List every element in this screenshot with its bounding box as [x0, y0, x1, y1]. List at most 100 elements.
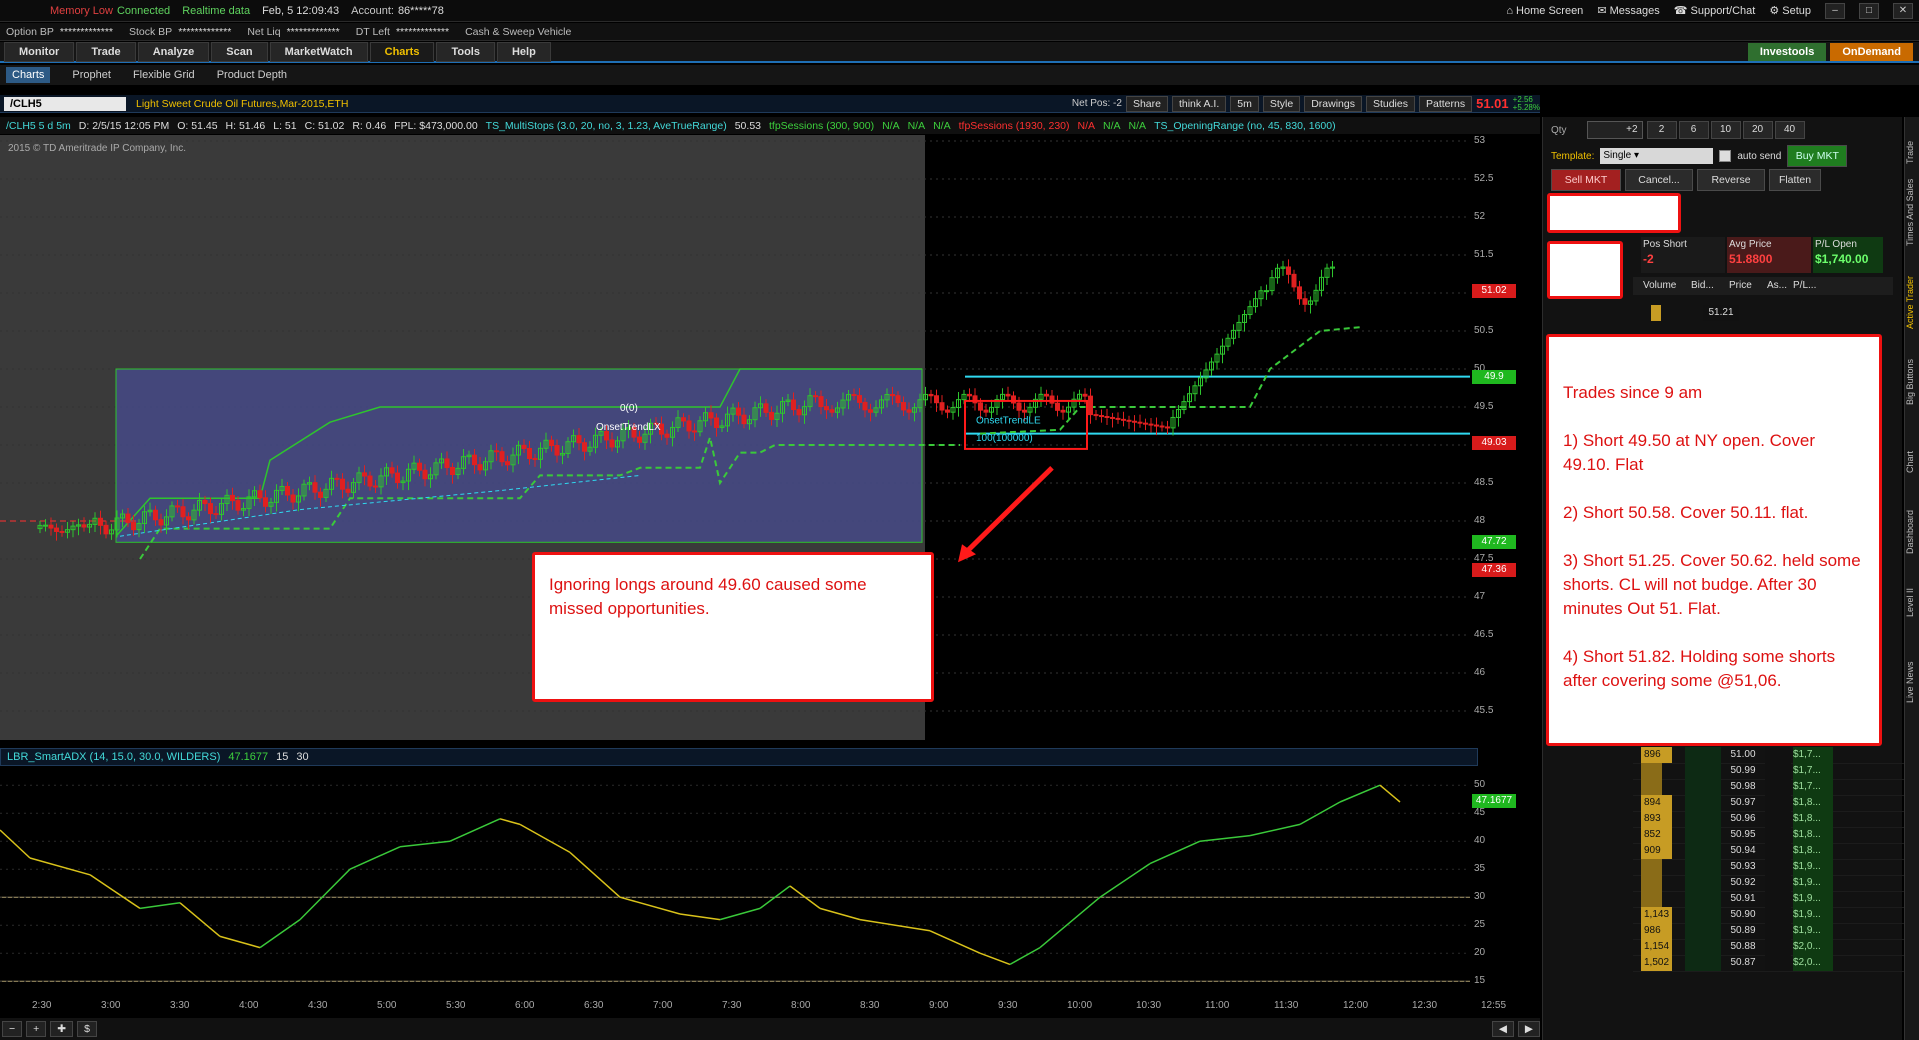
style-button[interactable]: Style — [1262, 95, 1301, 112]
ladder-bid[interactable] — [1685, 747, 1721, 763]
symbol-input[interactable]: /CLH5 — [4, 96, 126, 111]
subtab-flexible-grid[interactable]: Flexible Grid — [133, 69, 195, 81]
ladder-row[interactable]: 852 50.95 $1,8... — [1633, 827, 1919, 844]
setup-link[interactable]: ⚙ Setup — [1769, 4, 1811, 17]
buy-mkt-button[interactable]: Buy MKT — [1787, 145, 1848, 167]
share-button[interactable]: Share — [1125, 95, 1168, 112]
ladder-header-cell[interactable]: Price — [1729, 280, 1752, 291]
study-tfpsessions-1[interactable]: tfpSessions (300, 900) — [769, 120, 874, 132]
ladder-ask[interactable] — [1765, 859, 1791, 875]
ondemand-button[interactable]: OnDemand — [1830, 42, 1913, 61]
ladder-bid[interactable] — [1685, 955, 1721, 971]
ladder-bid[interactable] — [1685, 779, 1721, 795]
messages-link[interactable]: ✉ Messages — [1597, 4, 1659, 17]
ladder-bid[interactable] — [1685, 843, 1721, 859]
reverse-button[interactable]: Reverse — [1697, 169, 1765, 191]
ladder-row[interactable]: 1,154 50.88 $2,0... — [1633, 939, 1919, 956]
template-select[interactable]: Single ▾ — [1600, 148, 1714, 164]
ladder-row[interactable]: 893 50.96 $1,8... — [1633, 811, 1919, 828]
drawings-button[interactable]: Drawings — [1304, 95, 1362, 112]
ladder-row[interactable]: 50.93 $1,9... — [1633, 859, 1919, 876]
ladder-header-cell[interactable]: As... — [1767, 280, 1787, 291]
scroll-left-button[interactable]: ◀ — [1491, 1021, 1514, 1037]
ladder-ask[interactable] — [1765, 795, 1791, 811]
close-button[interactable]: ✕ — [1893, 2, 1913, 19]
ladder-row[interactable]: 50.99 $1,7... — [1633, 763, 1919, 780]
tab-analyze[interactable]: Analyze — [137, 41, 210, 62]
patterns-button[interactable]: Patterns — [1418, 95, 1473, 112]
ladder-bid[interactable] — [1685, 891, 1721, 907]
support-chat-link[interactable]: ☎ Support/Chat — [1674, 4, 1756, 17]
ladder-header-cell[interactable]: Volume — [1643, 280, 1676, 291]
tab-help[interactable]: Help — [496, 41, 551, 62]
minimize-button[interactable]: – — [1825, 2, 1845, 19]
ladder-bid[interactable] — [1685, 795, 1721, 811]
ladder-ask[interactable] — [1765, 923, 1791, 939]
flatten-button[interactable]: Flatten — [1769, 169, 1821, 191]
ladder-ask[interactable] — [1765, 955, 1791, 971]
ladder-bid[interactable] — [1685, 923, 1721, 939]
ladder-ask[interactable] — [1765, 811, 1791, 827]
qty-preset-2[interactable]: 2 — [1646, 121, 1677, 139]
ladder-bid[interactable] — [1685, 907, 1721, 923]
ladder-row[interactable]: 896 51.00 $1,7... — [1633, 747, 1919, 764]
ladder-row[interactable]: 986 50.89 $1,9... — [1633, 923, 1919, 940]
ladder-bid[interactable] — [1685, 859, 1721, 875]
ladder-ask[interactable] — [1765, 747, 1791, 763]
subtab-charts[interactable]: Charts — [6, 67, 51, 83]
ladder-ask[interactable] — [1765, 779, 1791, 795]
maximize-button[interactable]: □ — [1859, 2, 1879, 19]
ladder-row[interactable]: 50.98 $1,7... — [1633, 779, 1919, 796]
side-tab-live-news[interactable]: Live News — [1905, 647, 1919, 717]
tab-scan[interactable]: Scan — [211, 41, 268, 62]
ladder-bid[interactable] — [1685, 811, 1721, 827]
ladder-row[interactable]: 50.91 $1,9... — [1633, 891, 1919, 908]
tab-tools[interactable]: Tools — [436, 41, 495, 62]
scroll-right-button[interactable]: ▶ — [1517, 1021, 1540, 1037]
ladder-ask[interactable] — [1765, 763, 1791, 779]
subtab-product-depth[interactable]: Product Depth — [217, 69, 287, 81]
side-tab-dashboard[interactable]: Dashboard — [1905, 497, 1919, 567]
ladder-ask[interactable] — [1765, 875, 1791, 891]
qty-preset-20[interactable]: 20 — [1742, 121, 1773, 139]
side-tab-chart[interactable]: Chart — [1905, 427, 1919, 497]
subtab-prophet[interactable]: Prophet — [72, 69, 111, 81]
ladder-ask[interactable] — [1765, 843, 1791, 859]
ladder-ask[interactable] — [1765, 827, 1791, 843]
cancel-button[interactable]: Cancel... — [1625, 169, 1693, 191]
ladder-row[interactable]: 909 50.94 $1,8... — [1633, 843, 1919, 860]
qty-input[interactable]: +2 — [1586, 121, 1643, 139]
home-screen-link[interactable]: ⌂ Home Screen — [1506, 5, 1583, 17]
ladder-bid[interactable] — [1685, 763, 1721, 779]
price-ladder[interactable]: 896 51.00 $1,7... 50.99 $1,7... 50.98 $1,7... 8… — [1633, 747, 1919, 1040]
study-openingrange[interactable]: TS_OpeningRange (no, 45, 830, 1600) — [1154, 120, 1336, 132]
tab-monitor[interactable]: Monitor — [4, 41, 75, 62]
tab-trade[interactable]: Trade — [76, 41, 136, 62]
qty-preset-10[interactable]: 10 — [1710, 121, 1741, 139]
ladder-header-cell[interactable]: Bid... — [1691, 280, 1714, 291]
ladder-row[interactable]: 51.21 — [1633, 305, 1919, 321]
ladder-header-cell[interactable]: P/L... — [1793, 280, 1816, 291]
studies-button[interactable]: Studies — [1365, 95, 1415, 112]
zoom-in-button[interactable]: + — [26, 1021, 47, 1037]
zoom-out-button[interactable]: − — [2, 1021, 23, 1037]
thinkai-button[interactable]: think A.I. — [1171, 95, 1227, 112]
qty-preset-6[interactable]: 6 — [1678, 121, 1709, 139]
side-tab-level-ii[interactable]: Level II — [1905, 567, 1919, 637]
ladder-row[interactable]: 1,502 50.87 $2,0... — [1633, 955, 1919, 972]
ladder-ask[interactable] — [1765, 891, 1791, 907]
side-tab-times-and-sales[interactable]: Times And Sales — [1905, 177, 1919, 247]
auto-send-checkbox[interactable] — [1719, 150, 1732, 162]
ladder-ask[interactable] — [1765, 939, 1791, 955]
account-number[interactable]: 86*****78 — [398, 5, 444, 17]
ladder-bid[interactable] — [1685, 827, 1721, 843]
ladder-row[interactable]: 1,143 50.90 $1,9... — [1633, 907, 1919, 924]
side-tab-active-trader[interactable]: Active Trader — [1905, 267, 1919, 337]
dollar-button[interactable]: $ — [77, 1021, 97, 1037]
interval-button[interactable]: 5m — [1230, 95, 1259, 112]
ladder-row[interactable]: 894 50.97 $1,8... — [1633, 795, 1919, 812]
ladder-row[interactable]: 50.92 $1,9... — [1633, 875, 1919, 892]
ladder-bid[interactable] — [1685, 875, 1721, 891]
study-multistops[interactable]: TS_MultiStops (3.0, 20, no, 3, 1.23, Ave… — [486, 120, 727, 132]
qty-preset-40[interactable]: 40 — [1774, 121, 1805, 139]
